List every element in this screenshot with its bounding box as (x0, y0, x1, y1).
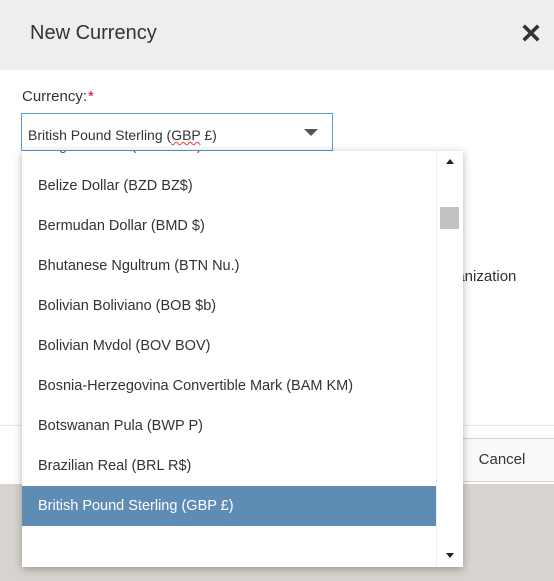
list-item[interactable]: Belize Dollar (BZD BZ$) (22, 166, 436, 206)
modal-header: New Currency (0, 0, 554, 70)
list-item[interactable]: Bhutanese Ngultrum (BTN Nu.) (22, 246, 436, 286)
modal-title: New Currency (30, 22, 157, 44)
currency-select[interactable]: British Pound Sterling (GBP £) (21, 113, 333, 151)
list-item[interactable]: Bosnia-Herzegovina Convertible Mark (BAM… (22, 366, 436, 406)
dropdown-scrollbar[interactable] (436, 151, 463, 567)
cancel-button[interactable]: Cancel (449, 438, 554, 482)
list-item[interactable]: Botswanan Pula (BWP P) (22, 406, 436, 446)
currency-dropdown-list: Belgian Franc (BEF BEF) Belize Dollar (B… (22, 151, 463, 567)
list-item[interactable]: Bolivian Mvdol (BOV BOV) (22, 326, 436, 366)
scroll-down-arrow-icon[interactable] (446, 553, 454, 558)
selected-value-suffix: £) (200, 127, 217, 143)
selected-value-prefix: British Pound Sterling ( (28, 127, 172, 143)
currency-label: Currency:* (22, 88, 94, 105)
selected-value-code: GBP (171, 127, 201, 143)
currency-select-value: British Pound Sterling (GBP £) (28, 127, 217, 143)
scroll-up-arrow-icon[interactable] (446, 159, 454, 164)
scroll-thumb[interactable] (440, 207, 459, 229)
currency-label-text: Currency: (22, 88, 88, 105)
close-icon[interactable] (520, 22, 542, 44)
caret-down-icon (304, 129, 318, 136)
list-item[interactable]: Brazilian Real (BRL R$) (22, 446, 436, 486)
list-item-partial[interactable]: Belgian Franc (BEF BEF) (22, 151, 436, 166)
required-asterisk: * (88, 88, 94, 105)
list-item[interactable]: Bolivian Boliviano (BOB $b) (22, 286, 436, 326)
list-item-selected[interactable]: British Pound Sterling (GBP £) (22, 486, 436, 526)
list-item[interactable]: Bermudan Dollar (BMD $) (22, 206, 436, 246)
currency-options: Belgian Franc (BEF BEF) Belize Dollar (B… (22, 151, 436, 567)
